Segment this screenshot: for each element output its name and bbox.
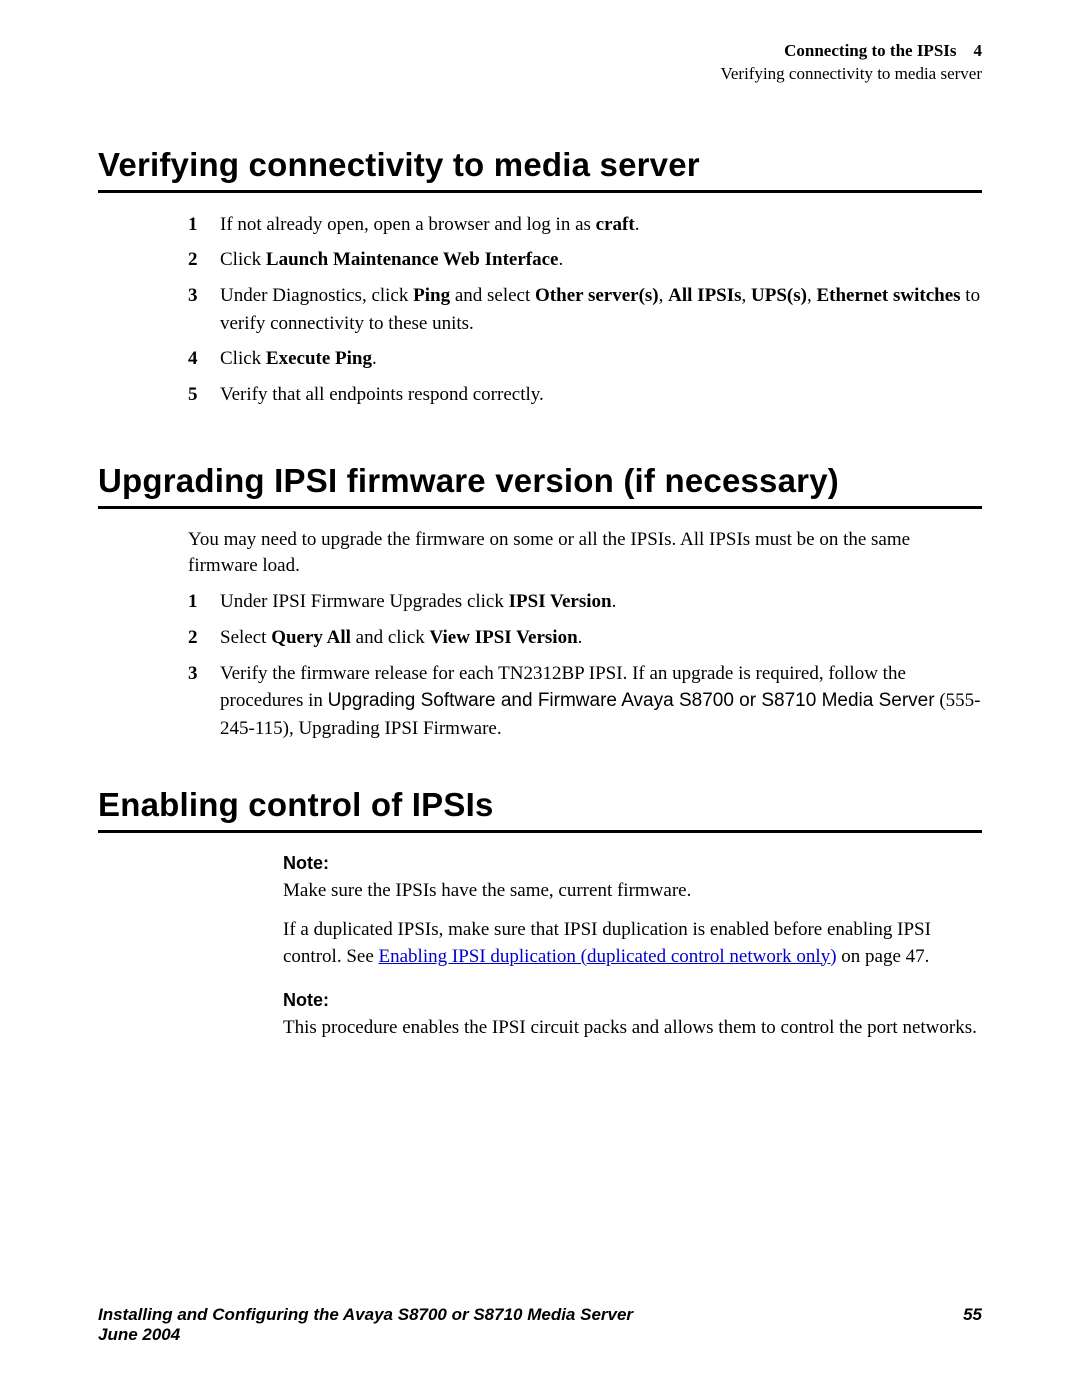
steps-upgrading: 1 Under IPSI Firmware Upgrades click IPS… bbox=[188, 588, 982, 742]
step-5: 5 Verify that all endpoints respond corr… bbox=[188, 381, 982, 409]
note-body: This procedure enables the IPSI circuit … bbox=[283, 1015, 982, 1042]
step-2: 2 Click Launch Maintenance Web Interface… bbox=[188, 246, 982, 274]
step-1: 1 If not already open, open a browser an… bbox=[188, 211, 982, 239]
steps-verifying: 1 If not already open, open a browser an… bbox=[188, 211, 982, 408]
step-3: 3 Verify the firmware release for each T… bbox=[188, 660, 982, 743]
header-chapter: Connecting to the IPSIs bbox=[784, 41, 956, 60]
page-header: Connecting to the IPSIs 4 Verifying conn… bbox=[98, 40, 982, 86]
step-1: 1 Under IPSI Firmware Upgrades click IPS… bbox=[188, 588, 982, 616]
step-2: 2 Select Query All and click View IPSI V… bbox=[188, 624, 982, 652]
page-body: Connecting to the IPSIs 4 Verifying conn… bbox=[0, 0, 1080, 1042]
step-4: 4 Click Execute Ping. bbox=[188, 345, 982, 373]
header-chapnum: 4 bbox=[974, 41, 983, 60]
page-footer: Installing and Configuring the Avaya S87… bbox=[98, 1305, 982, 1345]
section-title-upgrading: Upgrading IPSI firmware version (if nece… bbox=[98, 462, 982, 500]
section-rule bbox=[98, 506, 982, 509]
footer-page-number: 55 bbox=[963, 1305, 982, 1345]
section-title-enabling: Enabling control of IPSIs bbox=[98, 786, 982, 824]
section-rule bbox=[98, 190, 982, 193]
footer-left: Installing and Configuring the Avaya S87… bbox=[98, 1305, 633, 1345]
note-body: Make sure the IPSIs have the same, curre… bbox=[283, 878, 982, 905]
note-block: Note: Make sure the IPSIs have the same,… bbox=[283, 851, 982, 1042]
section-intro: You may need to upgrade the firmware on … bbox=[188, 527, 982, 578]
note-body: If a duplicated IPSIs, make sure that IP… bbox=[283, 917, 982, 970]
step-3: 3 Under Diagnostics, click Ping and sele… bbox=[188, 282, 982, 337]
link-enabling-ipsi-duplication[interactable]: Enabling IPSI duplication (duplicated co… bbox=[379, 946, 837, 967]
section-title-verifying: Verifying connectivity to media server bbox=[98, 146, 982, 184]
footer-title: Installing and Configuring the Avaya S87… bbox=[98, 1305, 633, 1324]
footer-date: June 2004 bbox=[98, 1325, 633, 1345]
note-label: Note: bbox=[283, 988, 982, 1013]
header-subtitle: Verifying connectivity to media server bbox=[98, 63, 982, 86]
section-rule bbox=[98, 830, 982, 833]
note-label: Note: bbox=[283, 851, 982, 876]
